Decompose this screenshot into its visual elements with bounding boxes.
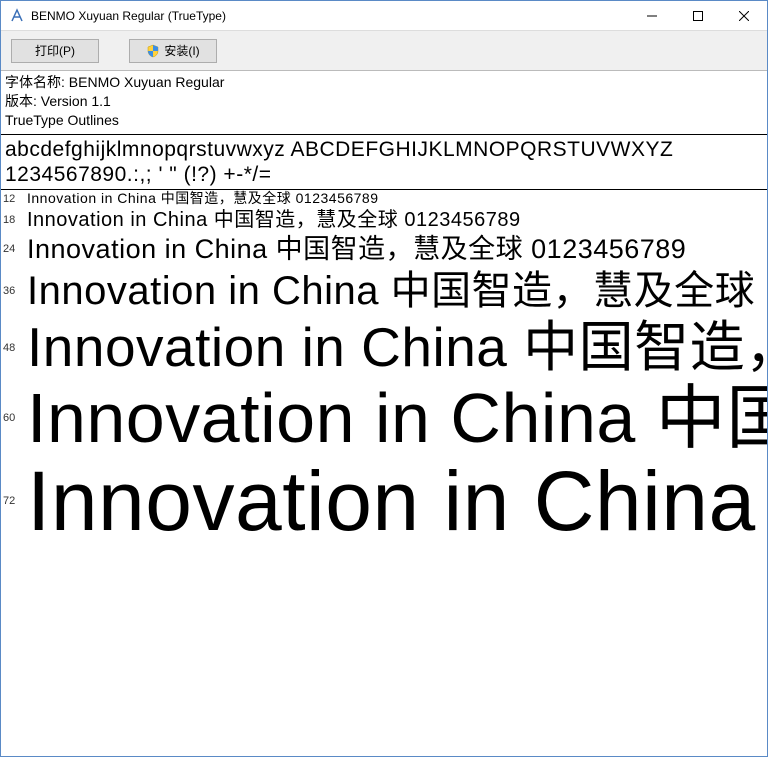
samples: 12 Innovation in China 中国智造，慧及全球 0123456… (1, 190, 767, 545)
font-name-line: 字体名称: BENMO Xuyuan Regular (5, 73, 763, 92)
sample-text: Innovation in China 中国智造，慧及全球 0123456789 (27, 190, 379, 208)
sample-text: Innovation in China 中国智造，慧及全球 0123456789 (27, 380, 767, 457)
print-button-label: 打印(P) (35, 42, 75, 59)
sample-row-72: 72 Innovation in China 中国智造，慧及全球 0123456… (1, 457, 767, 545)
font-preview-window: BENMO Xuyuan Regular (TrueType) 打印(P) (0, 0, 768, 757)
charset-line-2: 1234567890.:,; ' " (!?) +-*/= (5, 162, 763, 187)
sample-size-label: 48 (1, 342, 27, 354)
content-area: 字体名称: BENMO Xuyuan Regular 版本: Version 1… (1, 71, 767, 756)
print-button[interactable]: 打印(P) (11, 39, 99, 63)
sample-text: Innovation in China 中国智造，慧及全球 0123456789 (27, 208, 521, 233)
sample-row-12: 12 Innovation in China 中国智造，慧及全球 0123456… (1, 190, 767, 208)
toolbar: 打印(P) 安装(I) (1, 31, 767, 71)
sample-row-48: 48 Innovation in China 中国智造，慧及全球 0123456… (1, 316, 767, 379)
maximize-button[interactable] (675, 1, 721, 31)
font-version-line: 版本: Version 1.1 (5, 92, 763, 111)
sample-text: Innovation in China 中国智造，慧及全球 0123456789 (27, 457, 767, 545)
sample-text: Innovation in China 中国智造，慧及全球 0123456789 (27, 316, 767, 379)
install-button[interactable]: 安装(I) (129, 39, 217, 63)
sample-size-label: 12 (1, 193, 27, 205)
sample-size-label: 72 (1, 495, 27, 507)
window-controls (629, 1, 767, 30)
font-outlines-line: TrueType Outlines (5, 111, 763, 130)
minimize-button[interactable] (629, 1, 675, 31)
sample-row-18: 18 Innovation in China 中国智造，慧及全球 0123456… (1, 208, 767, 233)
close-button[interactable] (721, 1, 767, 31)
sample-row-24: 24 Innovation in China 中国智造，慧及全球 0123456… (1, 233, 767, 267)
window-title: BENMO Xuyuan Regular (TrueType) (31, 9, 629, 23)
app-icon (9, 8, 25, 24)
sample-size-label: 60 (1, 412, 27, 424)
font-meta: 字体名称: BENMO Xuyuan Regular 版本: Version 1… (1, 71, 767, 135)
shield-icon (146, 44, 160, 58)
titlebar: BENMO Xuyuan Regular (TrueType) (1, 1, 767, 31)
sample-row-36: 36 Innovation in China 中国智造，慧及全球 0123456… (1, 266, 767, 316)
sample-size-label: 36 (1, 285, 27, 297)
sample-text: Innovation in China 中国智造，慧及全球 0123456789 (27, 233, 686, 267)
install-button-label: 安装(I) (164, 42, 199, 59)
charset-block: abcdefghijklmnopqrstuvwxyz ABCDEFGHIJKLM… (1, 135, 767, 190)
sample-text: Innovation in China 中国智造，慧及全球 0123456789 (27, 266, 767, 316)
sample-size-label: 18 (1, 214, 27, 226)
sample-row-60: 60 Innovation in China 中国智造，慧及全球 0123456… (1, 380, 767, 457)
sample-size-label: 24 (1, 243, 27, 255)
charset-line-1: abcdefghijklmnopqrstuvwxyz ABCDEFGHIJKLM… (5, 137, 763, 162)
